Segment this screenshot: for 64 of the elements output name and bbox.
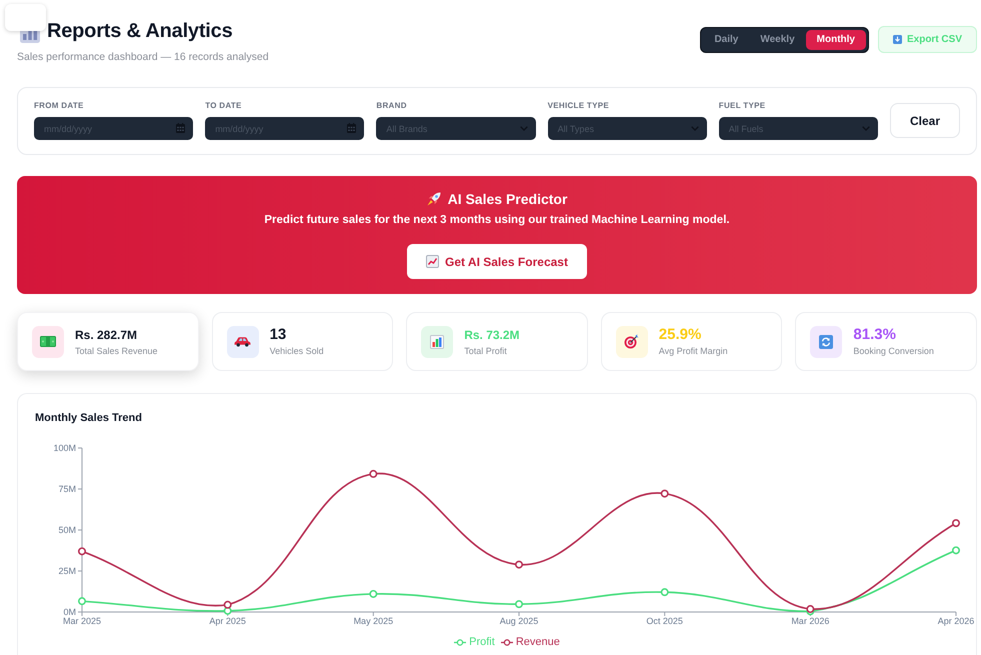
chevron-down-icon — [690, 126, 699, 131]
car-icon — [234, 336, 252, 347]
x-tick-label: Oct 2025 — [646, 616, 683, 626]
y-tick-label: 50M — [58, 525, 76, 535]
data-point — [224, 600, 232, 609]
rocket-icon — [426, 192, 441, 206]
forecast-button[interactable]: Get AI Sales Forecast — [407, 244, 587, 279]
x-tick-label: Mar 2026 — [791, 616, 830, 626]
x-tick-label: Aug 2025 — [500, 616, 538, 626]
stat-label: Avg Profit Margin — [658, 346, 728, 356]
legend-label[interactable]: Revenue — [516, 635, 560, 649]
stat-value: 25.9% — [658, 326, 702, 342]
bar-chart-icon — [430, 334, 444, 348]
filter-label: VEHICLE TYPE — [548, 101, 609, 111]
stat-value: Rs. 73.2M — [464, 326, 520, 342]
chevron-down-icon — [520, 126, 528, 131]
banner-subtitle: Predict future sales for the next 3 months using our trained Machine Learning model. — [264, 213, 730, 227]
filter-label: FUEL TYPE — [718, 101, 766, 111]
y-tick-label: 100M — [53, 443, 76, 453]
banknote-icon — [40, 336, 56, 347]
y-tick-label: 75M — [58, 484, 76, 494]
download-icon — [892, 35, 902, 44]
data-point — [660, 588, 669, 596]
period-tab[interactable]: Monthly — [806, 30, 866, 50]
filter-label: BRAND — [376, 101, 407, 111]
filter-label: FROM DATE — [34, 101, 84, 111]
stat-value: 81.3% — [853, 326, 896, 342]
filter-label: TO DATE — [205, 101, 242, 111]
data-point — [78, 597, 86, 606]
calendar-icon — [176, 123, 186, 133]
stat-value: Rs. 282.7M — [75, 326, 138, 342]
stat-label: Total Profit — [464, 346, 507, 356]
data-point — [369, 470, 378, 478]
data-point — [952, 546, 960, 554]
stat-label: Total Sales Revenue — [75, 346, 158, 356]
x-tick-label: May 2025 — [354, 616, 394, 626]
blank-popup — [5, 4, 46, 31]
data-point — [78, 547, 86, 556]
period-tab[interactable]: Daily — [703, 30, 750, 50]
refresh-icon — [819, 334, 834, 348]
stat-value: 13 — [270, 326, 286, 342]
stat-label: Booking Conversion — [853, 346, 934, 356]
data-point — [515, 560, 523, 569]
page-subtitle: Sales performance dashboard — 16 records analysed — [17, 51, 269, 63]
data-point — [806, 605, 814, 614]
y-tick-label: 25M — [58, 566, 76, 576]
data-point — [515, 600, 523, 608]
x-tick-label: Mar 2025 — [62, 616, 102, 626]
data-point — [660, 490, 669, 498]
data-point — [369, 590, 378, 598]
x-tick-label: Apr 2026 — [938, 616, 974, 626]
period-tab[interactable]: Weekly — [749, 30, 806, 50]
calendar-icon — [347, 123, 356, 133]
chevron-down-icon — [862, 126, 870, 131]
data-point — [952, 519, 960, 528]
target-icon — [624, 334, 640, 349]
y-tick-label: 0M — [63, 607, 76, 617]
line-chart-icon — [426, 255, 440, 268]
stat-label: Vehicles Sold — [270, 346, 324, 356]
x-tick-label: Apr 2025 — [209, 616, 246, 626]
page-title: Reports & Analytics — [47, 18, 233, 42]
chart-title: Monthly Sales Trend — [35, 411, 142, 425]
clear-button[interactable]: Clear — [890, 103, 960, 138]
banner-title: AI Sales Predictor — [448, 191, 568, 207]
